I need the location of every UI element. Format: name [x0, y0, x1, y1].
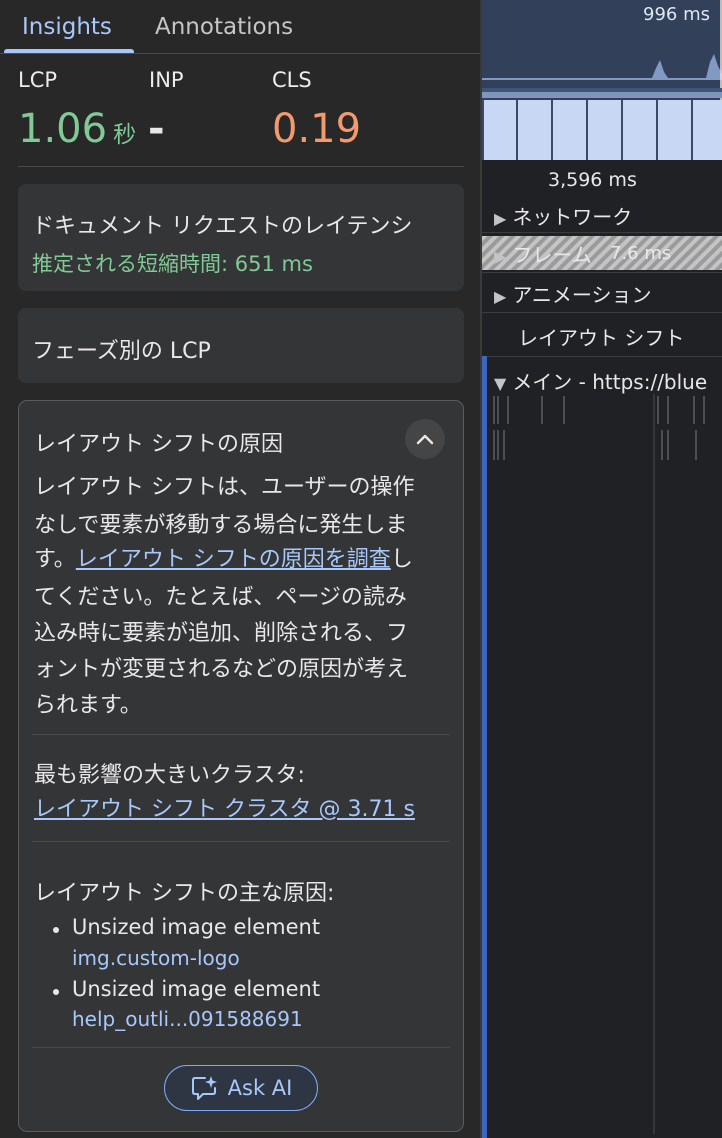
frame-bars [482, 100, 722, 160]
description-line: られます。 [34, 693, 142, 718]
description-text: す。 [34, 547, 76, 572]
track-label: レイアウト シフト [518, 326, 685, 350]
timeline-overview[interactable]: 996 ms [482, 0, 722, 100]
lcp-value-group: 1.06 秒 [18, 106, 136, 152]
inp-label: INP [149, 68, 184, 92]
cls-value: 0.19 [272, 106, 362, 152]
track-label: ▶ フレーム [494, 243, 592, 267]
track-label: ▼ メイン - https://blue [494, 370, 708, 394]
metrics-divider [18, 166, 464, 167]
lcp-unit: 秒 [113, 122, 137, 148]
insight-card-layout-shift-culprits: レイアウト シフトの原因 レイアウト シフトは、ユーザーの操作 なしで要素が移動… [18, 400, 464, 1132]
active-tab-indicator [4, 49, 134, 53]
learn-more-link[interactable]: レイアウト シフトの原因を調査 [76, 547, 391, 572]
track-layout-shifts[interactable]: レイアウト シフト [482, 314, 722, 357]
description-line: なしで要素が移動する場合に発生しま [34, 513, 408, 538]
culprits-label: レイアウト シフトの主な原因: [34, 881, 335, 906]
culprit-node-link[interactable]: help_outli...091588691 [72, 1007, 303, 1031]
worst-cluster-label: 最も影響の大きいクラスタ: [34, 763, 305, 788]
tab-annotations[interactable]: Annotations [155, 14, 293, 40]
section-divider [32, 841, 450, 842]
description-line: ォントが変更されるなどの原因が考え [34, 657, 409, 682]
cpu-activity-graph [482, 0, 722, 100]
insight-title: フェーズ別の LCP [32, 339, 211, 364]
culprit-title: Unsized image element [72, 915, 321, 939]
collapse-triangle-icon[interactable]: ▼ [494, 374, 506, 393]
ai-chat-sparkle-icon [191, 1076, 217, 1100]
lcp-value: 1.06 [18, 106, 108, 152]
ask-ai-label: Ask AI [227, 1076, 293, 1100]
inp-value: - [148, 106, 165, 152]
ask-ai-button[interactable]: Ask AI [164, 1065, 318, 1111]
estimated-savings: 推定される短縮時間: 651 ms [32, 252, 313, 276]
lcp-label: LCP [18, 68, 58, 92]
performance-timeline[interactable]: 996 ms 3,596 ms ▶ ネットワーク ▶ フレーム 7.6 ms ▶… [482, 0, 722, 1138]
frames-strip [482, 100, 722, 160]
track-animations[interactable]: ▶ アニメーション [482, 274, 722, 313]
sidebar-tabs: Insights Annotations [0, 0, 480, 54]
insights-panel: Insights Annotations LCP INP CLS 1.06 秒 -… [0, 0, 480, 1138]
expand-triangle-icon[interactable]: ▶ [494, 209, 506, 228]
track-frames[interactable]: ▶ フレーム 7.6 ms [482, 234, 722, 273]
list-bullet [53, 989, 59, 995]
worst-cluster-link[interactable]: レイアウト シフト クラスタ @ 3.71 s [34, 791, 415, 823]
track-network[interactable]: ▶ ネットワーク [482, 196, 722, 233]
description-line: てください。たとえば、ページの読み [34, 585, 407, 610]
description-line: 込み時に要素が追加、削除される、フ [34, 621, 409, 646]
track-label: ▶ ネットワーク [494, 205, 633, 229]
description-line: す。レイアウト シフトの原因を調査し [34, 541, 413, 573]
chevron-up-icon [416, 434, 434, 445]
insight-card-lcp-phases[interactable]: フェーズ別の LCP [18, 308, 464, 383]
insight-title: ドキュメント リクエストのレイテンシ [32, 214, 413, 239]
insight-title: レイアウト シフトの原因 [34, 432, 283, 457]
main-thread-flamechart[interactable] [482, 394, 722, 1134]
expand-triangle-icon[interactable]: ▶ [494, 247, 506, 266]
expand-triangle-icon[interactable]: ▶ [494, 287, 506, 306]
section-divider [32, 1047, 450, 1048]
list-bullet [53, 927, 59, 933]
tab-insights[interactable]: Insights [22, 14, 112, 40]
time-ruler-label: 3,596 ms [548, 169, 637, 191]
collapse-button[interactable] [405, 419, 445, 459]
cls-label: CLS [272, 68, 312, 92]
track-label: ▶ アニメーション [494, 283, 652, 307]
culprit-node-link[interactable]: img.custom-logo [72, 946, 240, 970]
track-main[interactable]: ▼ メイン - https://blue [482, 360, 722, 394]
culprit-title: Unsized image element [72, 977, 321, 1001]
frame-duration: 7.6 ms [610, 243, 672, 264]
insight-card-document-latency[interactable]: ドキュメント リクエストのレイテンシ 推定される短縮時間: 651 ms [18, 184, 464, 291]
section-divider [32, 734, 450, 735]
description-text: し [390, 547, 413, 572]
description-line: レイアウト シフトは、ユーザーの操作 [34, 475, 415, 500]
